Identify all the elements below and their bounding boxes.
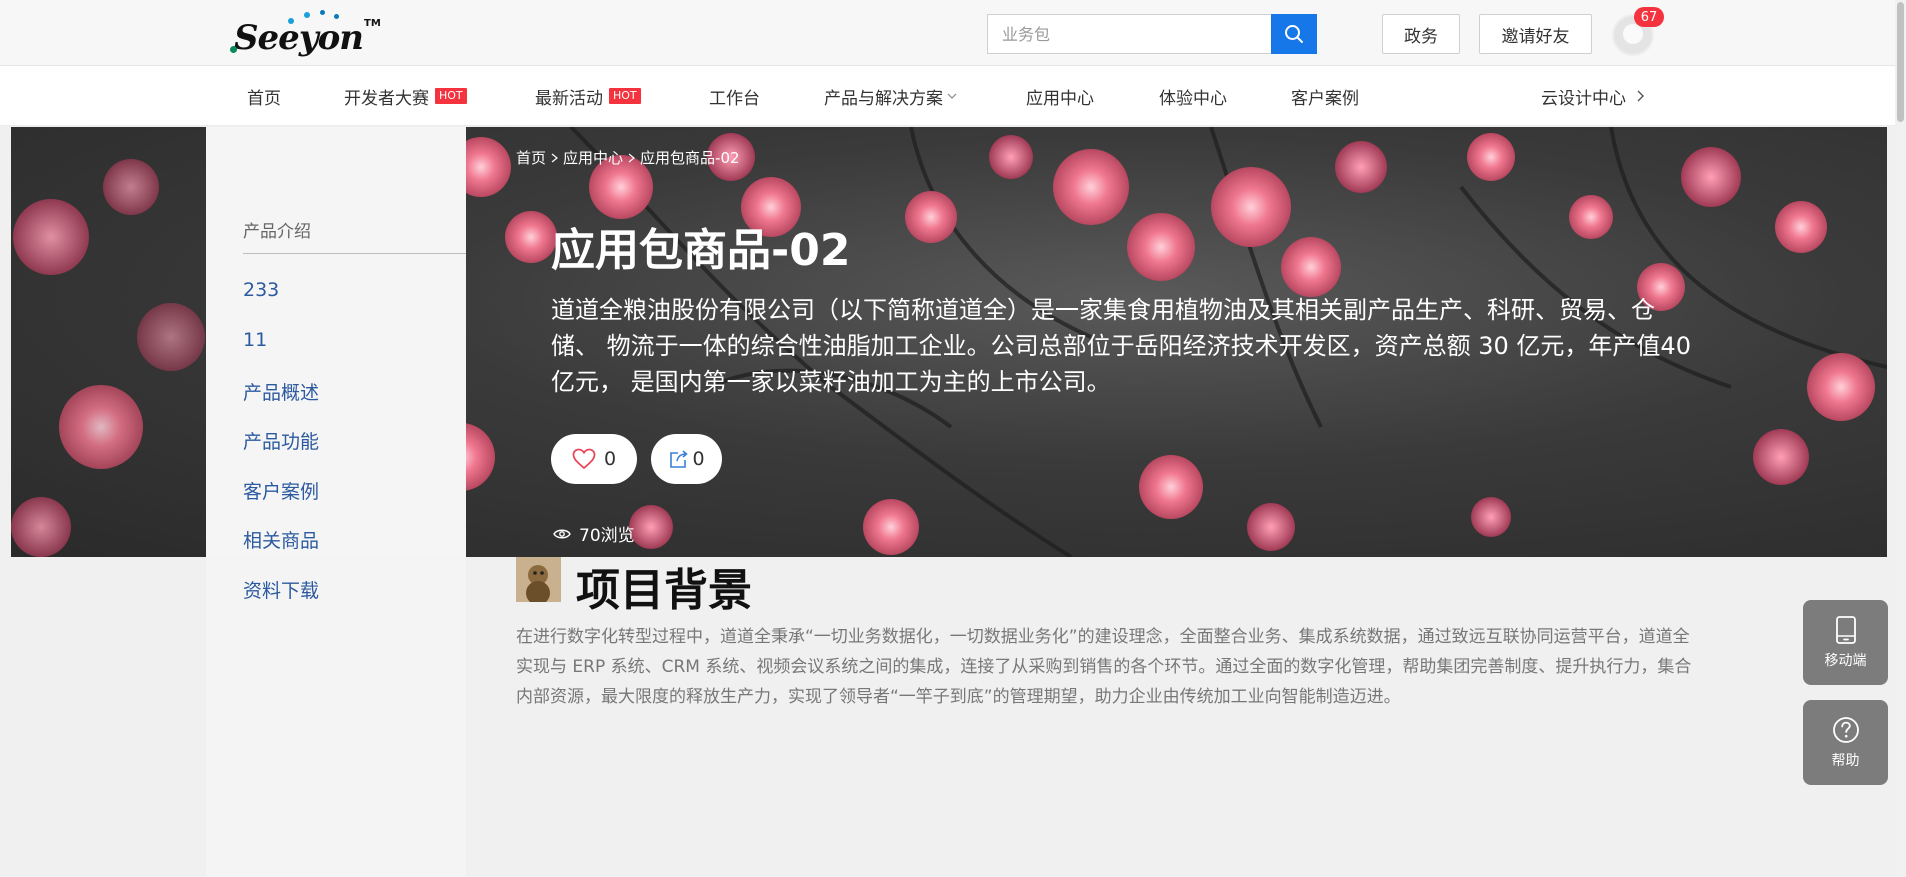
nav-item-label: 客户案例 (1291, 88, 1359, 109)
search-input[interactable] (988, 15, 1271, 53)
nav-item-cloud-design-center[interactable]: 云设计中心 (1541, 66, 1644, 126)
sidebar-item-related-products[interactable]: 相关商品 (243, 526, 319, 553)
seeyon-logo[interactable]: Seeyon TM (228, 10, 388, 58)
hot-badge: HOT (435, 88, 467, 104)
hot-badge: HOT (609, 88, 641, 104)
nav-item-label: 体验中心 (1159, 88, 1227, 109)
logo-dot (304, 12, 310, 18)
nav-item-app-center[interactable]: 应用中心 (1026, 66, 1094, 126)
sidebar-title: 产品介绍 (243, 222, 311, 242)
view-count: 70浏览 (553, 521, 635, 546)
nav-item-developer-contest[interactable]: 开发者大赛 HOT (344, 66, 467, 126)
eye-icon (553, 529, 571, 538)
nav-item-label: 开发者大赛 (344, 88, 429, 109)
notification-badge[interactable]: 67 (1634, 7, 1664, 27)
nav-item-label: 工作台 (709, 88, 760, 109)
product-description: 道道全粮油股份有限公司（以下简称道道全）是一家集食用植物油及其相关副产品生产、科… (551, 296, 1691, 396)
nav-item-products-solutions[interactable]: 产品与解决方案 (824, 66, 957, 126)
help-float-button[interactable]: 帮助 (1803, 700, 1888, 785)
search-button[interactable] (1271, 14, 1317, 54)
heart-icon (572, 448, 596, 470)
nav-item-label: 云设计中心 (1541, 88, 1626, 109)
scrollbar-thumb[interactable] (1897, 2, 1904, 122)
logo-wordmark: Seeyon (234, 18, 364, 58)
chevron-right-icon (628, 153, 635, 163)
nav-item-experience-center[interactable]: 体验中心 (1159, 66, 1227, 126)
logo-dot (320, 10, 325, 15)
share-button[interactable]: 0 (651, 434, 722, 484)
avatar-placeholder (1623, 24, 1643, 44)
breadcrumb-home[interactable]: 首页 (516, 147, 546, 168)
like-button[interactable]: 0 (551, 434, 637, 484)
sidebar-item-downloads[interactable]: 资料下载 (243, 576, 319, 603)
sidebar-divider (243, 253, 466, 254)
sidebar-item-overview[interactable]: 产品概述 (243, 378, 319, 405)
search-box (987, 14, 1317, 54)
sidebar-item-233[interactable]: 233 (243, 279, 279, 301)
question-icon (1832, 716, 1859, 743)
breadcrumb: 首页 应用中心 应用包商品-02 (516, 147, 740, 168)
share-count: 0 (692, 448, 705, 470)
invite-friends-button[interactable]: 邀请好友 (1479, 14, 1592, 54)
view-count-label: 70浏览 (579, 526, 635, 546)
nav-item-label: 应用中心 (1026, 88, 1094, 109)
search-icon (1285, 25, 1303, 43)
help-float-label: 帮助 (1831, 752, 1860, 769)
nav-item-latest-events[interactable]: 最新活动 HOT (535, 66, 641, 126)
product-sidebar: 产品介绍 233 11 产品概述 产品功能 客户案例 相关商品 资料下载 (206, 127, 466, 877)
chevron-right-icon (551, 153, 558, 163)
mobile-float-label: 移动端 (1824, 652, 1867, 669)
logo-trademark: TM (364, 18, 381, 29)
nav-item-label: 最新活动 (535, 88, 603, 109)
gov-button[interactable]: 政务 (1382, 14, 1460, 54)
product-title: 应用包商品-02 (551, 225, 851, 276)
chevron-down-icon (947, 91, 957, 101)
tablet-icon (1835, 615, 1856, 644)
breadcrumb-current: 应用包商品-02 (640, 149, 740, 167)
scrollbar-track[interactable] (1895, 0, 1906, 877)
chevron-right-icon (1636, 90, 1644, 102)
nav-item-label: 首页 (247, 88, 281, 109)
sidebar-item-customer-cases[interactable]: 客户案例 (243, 477, 319, 504)
nav-item-home[interactable]: 首页 (247, 66, 281, 126)
mobile-float-button[interactable]: 移动端 (1803, 600, 1888, 685)
breadcrumb-app-center[interactable]: 应用中心 (563, 147, 623, 168)
section-icon-image (516, 557, 561, 602)
logo-dot (334, 14, 339, 19)
nav-item-workbench[interactable]: 工作台 (709, 66, 760, 126)
nav-item-label: 产品与解决方案 (824, 88, 943, 109)
logo-dot (230, 46, 237, 53)
nav-item-customer-cases[interactable]: 客户案例 (1291, 66, 1359, 126)
section-text: 在进行数字化转型过程中，道道全秉承“一切业务数据化，一切数据业务化”的建设理念，… (516, 627, 1692, 707)
main-nav: 首页 开发者大赛 HOT 最新活动 HOT 工作台 产品与解决方案 应用中心 体… (0, 66, 1906, 126)
section-title: 项目背景 (576, 565, 752, 616)
logo-dot (288, 18, 294, 24)
sidebar-item-features[interactable]: 产品功能 (243, 427, 319, 454)
top-header: Seeyon TM 政务 邀请好友 67 (0, 0, 1906, 66)
share-icon (670, 450, 689, 468)
like-count: 0 (603, 448, 617, 470)
sidebar-item-11[interactable]: 11 (243, 329, 267, 351)
